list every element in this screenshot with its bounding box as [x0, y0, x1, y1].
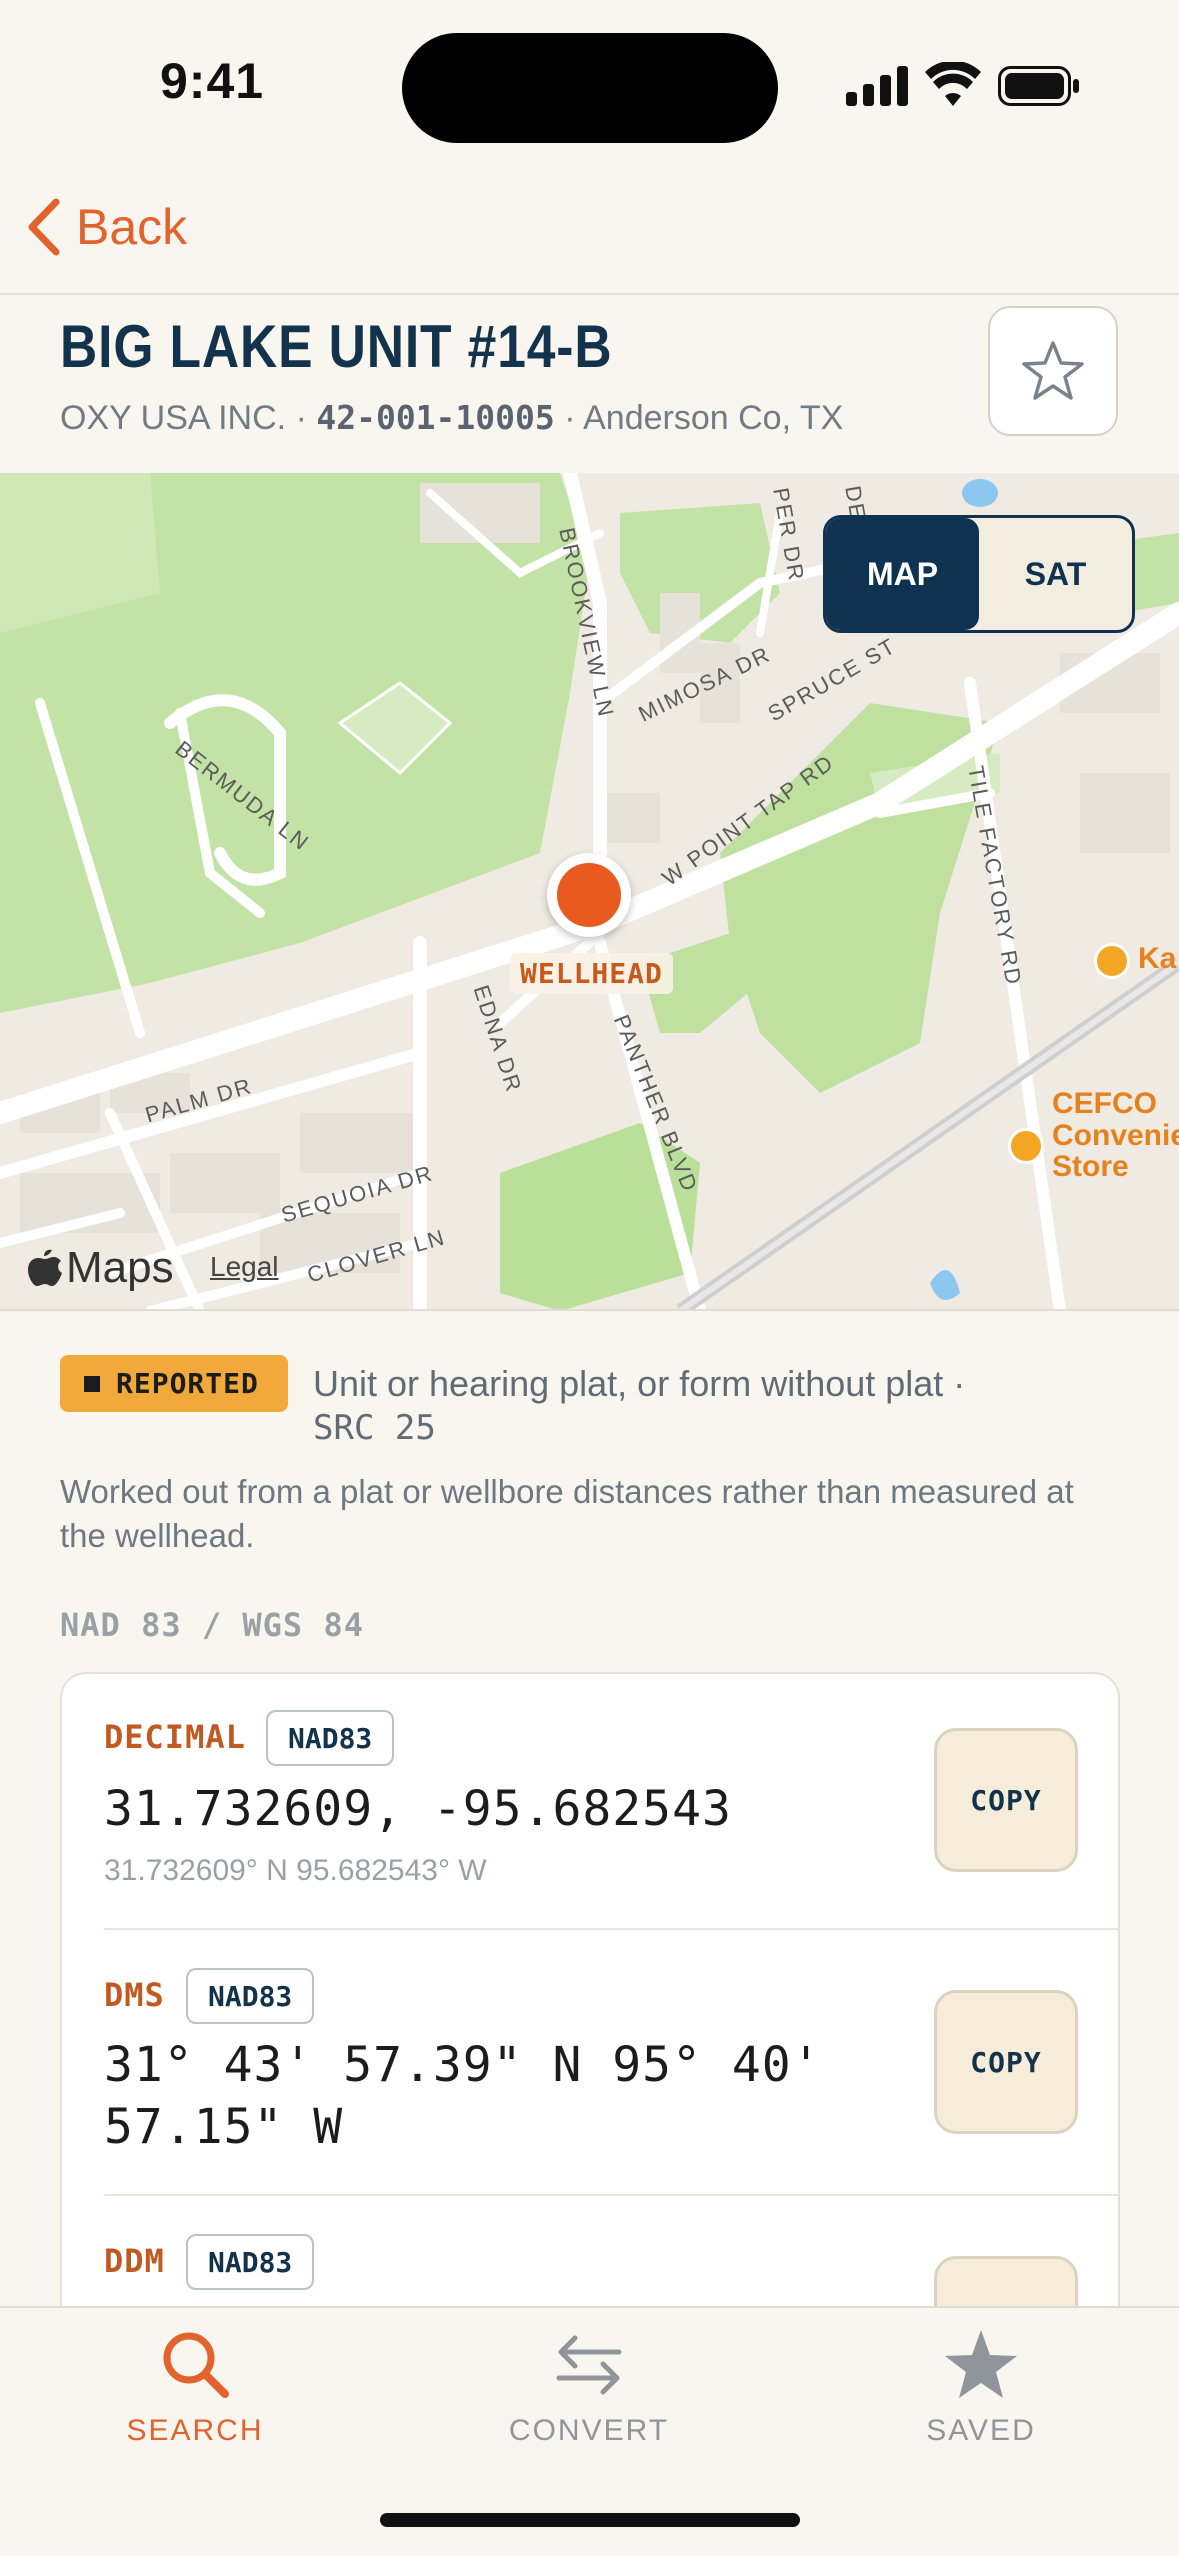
coord-decimal-value[interactable]: 31.732609, -95.682543: [104, 1778, 732, 1840]
datum-chip: NAD83: [186, 2234, 315, 2290]
back-label: Back: [76, 199, 188, 255]
map-view[interactable]: BROOKVIEW LN MIMOSA DR SPRUCE ST W POINT…: [0, 473, 1179, 1311]
map-type-satellite[interactable]: SAT: [979, 518, 1132, 630]
wellhead-label: WELLHEAD: [510, 953, 673, 994]
tab-label: SAVED: [926, 2414, 1036, 2447]
well-title: BIG LAKE UNIT #14-B: [60, 313, 613, 380]
badge-square-icon: [84, 1375, 100, 1392]
status-bar: 9:41: [0, 0, 1179, 170]
poi-cefco[interactable]: CEFCO Convenie Store: [1008, 1088, 1179, 1183]
home-indicator: [380, 2513, 800, 2527]
coord-dms-line: 57.15" W: [104, 2099, 344, 2155]
county-location: Anderson Co, TX: [583, 399, 844, 437]
tab-search[interactable]: SEARCH: [75, 2328, 315, 2448]
coord-dms-value[interactable]: 31° 43' 57.39" N 95° 40' 57.15" W: [104, 2034, 884, 2158]
cellular-signal-icon: [846, 66, 908, 106]
status-time: 9:41: [160, 53, 265, 109]
coord-dms-line: 31° 43' 57.39" N 95° 40': [104, 2037, 822, 2093]
star-icon: [945, 2330, 1017, 2398]
copy-dms-button[interactable]: COPY: [934, 1990, 1078, 2134]
dynamic-island: [402, 33, 778, 143]
format-label-decimal: DECIMAL: [104, 1718, 246, 1756]
row-divider: [104, 2194, 1118, 2196]
chevron-left-icon: [28, 198, 60, 256]
maps-logo-text: Maps: [66, 1243, 174, 1292]
wifi-icon: [925, 62, 981, 106]
row-divider: [104, 1928, 1118, 1930]
operator-name: OXY USA INC.: [60, 399, 287, 437]
poi-label: Ka: [1138, 942, 1177, 975]
store-icon: [1094, 943, 1130, 979]
store-icon: [1008, 1128, 1044, 1164]
accuracy-description: Worked out from a plat or wellbore dista…: [60, 1473, 1074, 1554]
well-meta: OXY USA INC. · 42-001-10005 · Anderson C…: [60, 398, 843, 438]
copy-decimal-button[interactable]: COPY: [934, 1728, 1078, 1872]
poi-label: CEFCO Convenie Store: [1052, 1088, 1179, 1183]
format-label-dms: DMS: [104, 1976, 165, 2014]
star-outline-icon: [1022, 341, 1084, 400]
poi-label-line: Convenie: [1052, 1118, 1179, 1152]
tab-convert[interactable]: CONVERT: [469, 2328, 709, 2448]
datum-chip: NAD83: [186, 1968, 315, 2024]
coord-decimal-sub: 31.732609° N 95.682543° W: [104, 1854, 487, 1887]
datum-chip: NAD83: [266, 1710, 395, 1766]
wellhead-pin[interactable]: [547, 853, 631, 937]
source-code: SRC 25: [313, 1408, 436, 1448]
format-label-ddm: DDM: [104, 2242, 165, 2280]
apple-logo-icon: [28, 1249, 62, 1286]
poi-label-line: CEFCO: [1052, 1087, 1157, 1120]
map-type-toggle[interactable]: MAP SAT: [823, 515, 1135, 633]
favorite-button[interactable]: [988, 306, 1118, 436]
back-button[interactable]: Back: [24, 190, 187, 264]
tab-label: CONVERT: [508, 2414, 670, 2447]
source-description: Unit or hearing plat, or form without pl…: [313, 1363, 966, 1404]
apple-maps-logo: Maps: [28, 1243, 174, 1293]
poi-store[interactable]: Ka: [1094, 943, 1176, 979]
search-icon: [163, 2332, 229, 2398]
tab-label: SEARCH: [126, 2414, 264, 2447]
accuracy-badge: REPORTED: [60, 1355, 288, 1412]
datum-heading: NAD 83 / WGS 84: [60, 1606, 364, 1644]
nav-divider: [0, 293, 1179, 295]
badge-label: REPORTED: [116, 1367, 259, 1400]
convert-icon: [556, 2335, 622, 2395]
meta-separator: ·: [286, 399, 317, 437]
map-type-map[interactable]: MAP: [826, 518, 979, 630]
battery-icon: [998, 66, 1079, 106]
tab-saved[interactable]: SAVED: [861, 2328, 1101, 2448]
api-number: 42-001-10005: [316, 398, 555, 437]
meta-separator: ·: [554, 399, 584, 437]
poi-label-line: Store: [1052, 1150, 1129, 1183]
legal-link[interactable]: Legal: [210, 1251, 279, 1283]
